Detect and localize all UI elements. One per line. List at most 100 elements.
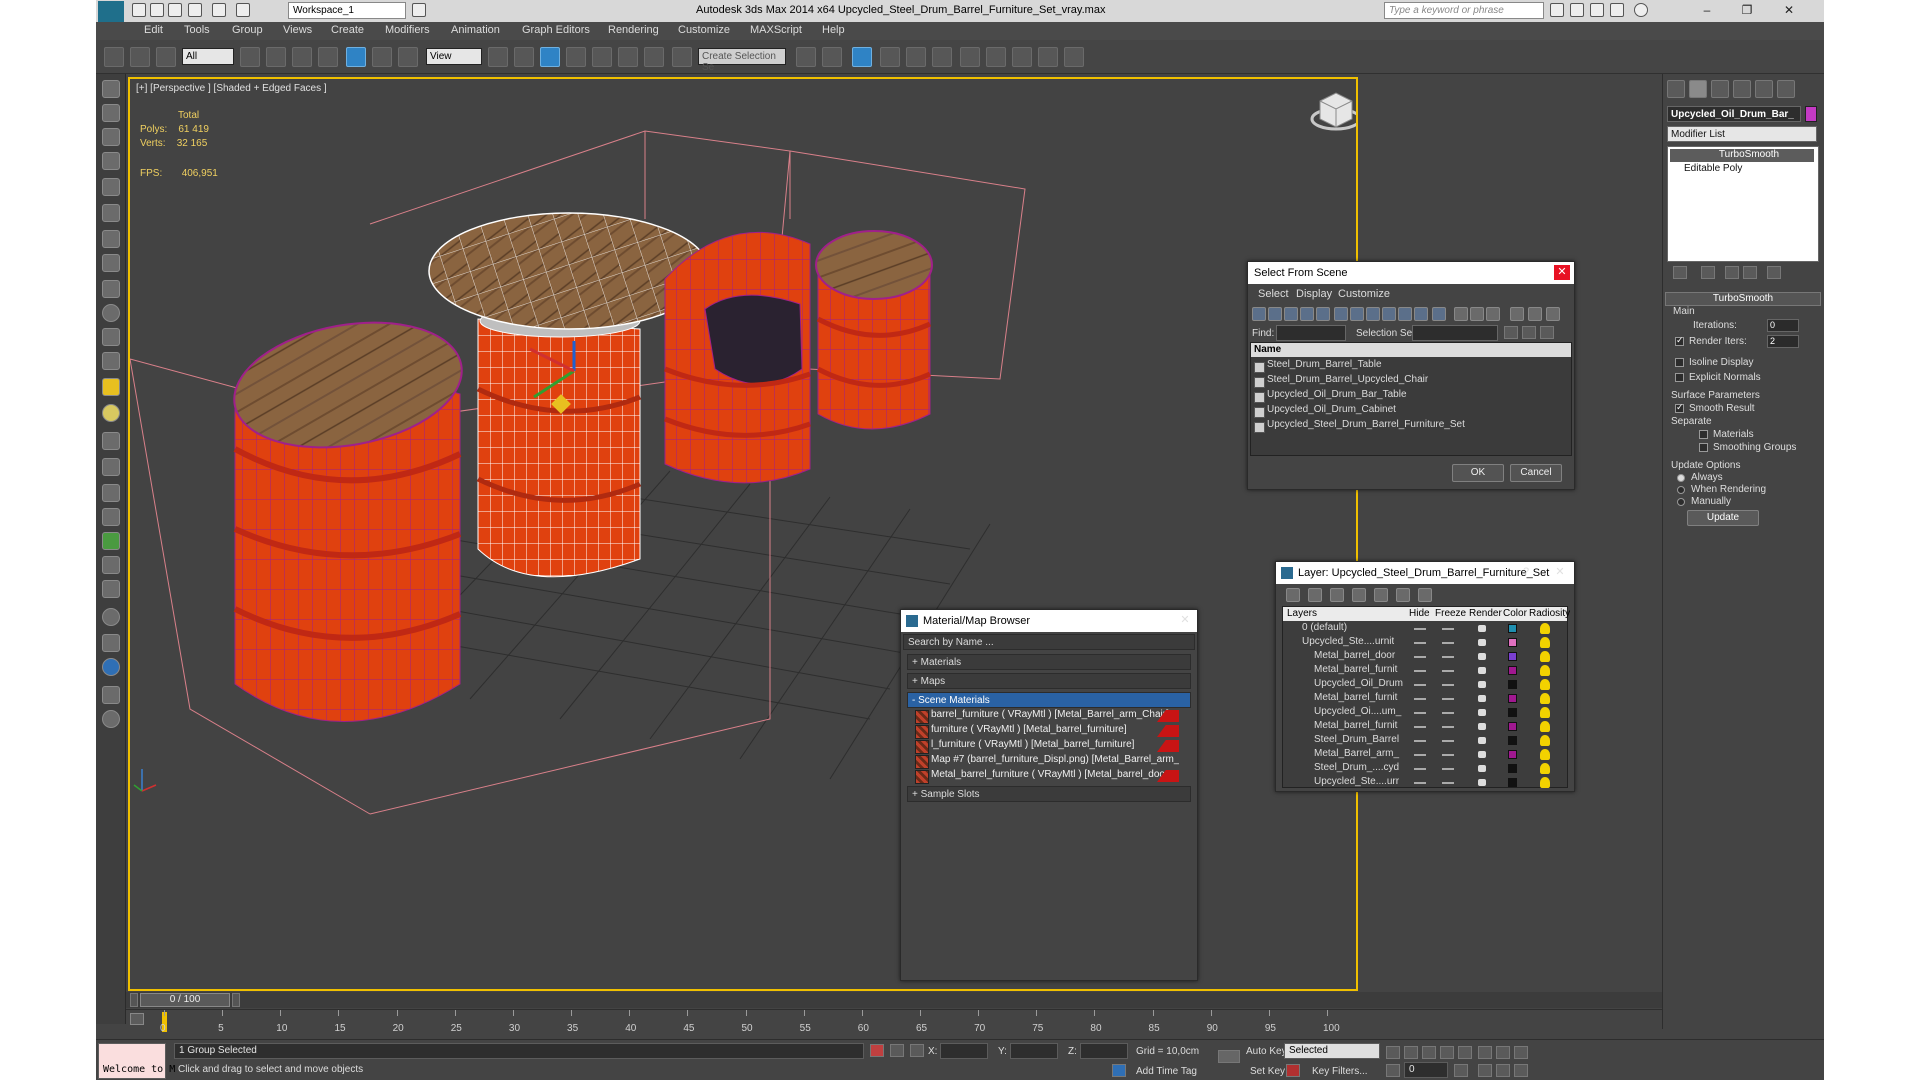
layer-row[interactable]: 0 (default) xyxy=(1286,622,1570,636)
radiosity-bulb-icon[interactable] xyxy=(1540,637,1550,648)
zoom-all-icon[interactable] xyxy=(1496,1046,1510,1059)
cancel-button[interactable]: Cancel xyxy=(1510,464,1562,482)
key-mode-icon[interactable] xyxy=(1218,1050,1240,1063)
freeze-toggle[interactable] xyxy=(1442,628,1454,630)
y-coordinate-field[interactable] xyxy=(1010,1043,1058,1059)
create-layer-icon[interactable] xyxy=(1286,588,1300,602)
menu-graph-editors[interactable]: Graph Editors xyxy=(522,24,590,36)
motion-tab-icon[interactable] xyxy=(1733,80,1751,98)
make-unique-icon[interactable] xyxy=(1725,266,1739,279)
rectangular-selection-icon[interactable] xyxy=(292,47,312,67)
go-to-end-icon[interactable] xyxy=(1458,1046,1472,1059)
render-setup-icon[interactable] xyxy=(1012,47,1032,67)
when-rendering-radio[interactable] xyxy=(1677,486,1685,494)
set-key-icon[interactable] xyxy=(1286,1064,1300,1077)
selection-lock-icon[interactable] xyxy=(890,1044,904,1057)
container-icon[interactable] xyxy=(102,686,120,704)
save-file-icon[interactable] xyxy=(168,3,182,17)
sfs-menu-customize[interactable]: Customize xyxy=(1338,288,1390,300)
subscription-icon[interactable] xyxy=(1570,3,1584,17)
selection-filter-dropdown[interactable]: All xyxy=(182,48,234,65)
col-radiosity[interactable]: Radiosity xyxy=(1529,608,1570,619)
hide-toggle[interactable] xyxy=(1414,642,1426,644)
stack-item-turbosmooth[interactable]: TurboSmooth xyxy=(1670,149,1814,162)
systems-icon[interactable] xyxy=(102,230,120,248)
freeze-toggle[interactable] xyxy=(1442,684,1454,686)
sfs-menu-select[interactable]: Select xyxy=(1258,288,1289,300)
update-button[interactable]: Update xyxy=(1687,510,1759,526)
layer-color-swatch[interactable] xyxy=(1508,666,1517,675)
unlink-icon[interactable] xyxy=(130,47,150,67)
redo-icon[interactable] xyxy=(212,3,226,17)
render-frame-window-icon[interactable] xyxy=(1038,47,1058,67)
render-toggle-icon[interactable] xyxy=(1478,639,1486,646)
display-bones-icon[interactable] xyxy=(1382,307,1396,321)
layer-row[interactable]: Metal_Barrel_arm_ xyxy=(1286,748,1570,762)
hide-toggle[interactable] xyxy=(1414,740,1426,742)
material-editor-icon[interactable] xyxy=(986,47,1006,67)
display-geometry-icon[interactable] xyxy=(1252,307,1266,321)
time-configuration-icon[interactable] xyxy=(1454,1064,1468,1077)
layer-color-swatch[interactable] xyxy=(1508,708,1517,717)
menu-help[interactable]: Help xyxy=(822,24,845,36)
smooth-result-checkbox[interactable] xyxy=(1675,402,1684,413)
project-folder-icon[interactable] xyxy=(236,3,250,17)
display-space-warps-icon[interactable] xyxy=(1334,307,1348,321)
radiosity-bulb-icon[interactable] xyxy=(1540,679,1550,690)
menu-edit[interactable]: Edit xyxy=(144,24,163,36)
display-frozen-icon[interactable] xyxy=(1414,307,1428,321)
freeze-toggle[interactable] xyxy=(1442,642,1454,644)
menu-views[interactable]: Views xyxy=(283,24,312,36)
layer-color-swatch[interactable] xyxy=(1508,680,1517,689)
name-column-header[interactable]: Name xyxy=(1251,343,1571,357)
modify-tab-icon[interactable] xyxy=(1689,80,1707,98)
link-icon[interactable] xyxy=(104,47,124,67)
layer-color-swatch[interactable] xyxy=(1508,736,1517,745)
maximize-icon[interactable]: ❐ xyxy=(1732,3,1762,17)
select-by-name-icon[interactable] xyxy=(266,47,286,67)
curve-editor-icon[interactable] xyxy=(932,47,952,67)
new-file-icon[interactable] xyxy=(132,3,146,17)
menu-group[interactable]: Group xyxy=(232,24,263,36)
render-iters-spinner[interactable]: 2 xyxy=(1767,335,1799,348)
create-cameras-icon[interactable] xyxy=(102,152,120,170)
plane-primitive-icon[interactable] xyxy=(102,280,120,298)
layer-row[interactable]: Upcycled_Ste....urnitu xyxy=(1286,636,1570,650)
mirror-icon[interactable] xyxy=(796,47,816,67)
spinner-snap-icon[interactable] xyxy=(644,47,664,67)
modifier-list-dropdown[interactable]: Modifier List xyxy=(1667,126,1817,142)
layer-row[interactable]: Metal_barrel_furnit xyxy=(1286,720,1570,734)
hide-toggle[interactable] xyxy=(1414,782,1426,784)
freeze-toggle[interactable] xyxy=(1442,768,1454,770)
close-icon[interactable]: ✕ xyxy=(1774,3,1804,17)
workspace-dropdown[interactable]: Workspace_1 xyxy=(288,2,406,19)
freeze-toggle[interactable] xyxy=(1442,726,1454,728)
layer-color-swatch[interactable] xyxy=(1508,624,1517,633)
sfs-menu-display[interactable]: Display xyxy=(1296,288,1332,300)
open-file-icon[interactable] xyxy=(150,3,164,17)
foliage-icon[interactable] xyxy=(102,532,120,550)
space-warps-icon[interactable] xyxy=(102,204,120,222)
object-name-field[interactable]: Upcycled_Oil_Drum_Bar_ xyxy=(1667,106,1801,122)
menu-rendering[interactable]: Rendering xyxy=(608,24,659,36)
select-and-move-icon[interactable] xyxy=(346,47,366,67)
hide-toggle[interactable] xyxy=(1414,726,1426,728)
schematic-view-icon[interactable] xyxy=(960,47,980,67)
layer-row[interactable]: Steel_Drum_Barrel xyxy=(1286,734,1570,748)
add-to-layer-icon[interactable] xyxy=(1330,588,1344,602)
display-all-icon[interactable] xyxy=(1454,307,1468,321)
sync-selection-icon[interactable] xyxy=(1510,307,1524,321)
key-filters-button[interactable]: Key Filters... xyxy=(1312,1066,1368,1077)
material-item[interactable]: l_furniture ( VRayMtl ) [Metal_barrel_fu… xyxy=(915,739,1179,754)
angle-snap-icon[interactable] xyxy=(592,47,612,67)
materials-section[interactable]: + Materials xyxy=(907,654,1191,670)
add-time-tag[interactable]: Add Time Tag xyxy=(1136,1066,1197,1077)
create-shapes-icon[interactable] xyxy=(102,104,120,122)
menu-tools[interactable]: Tools xyxy=(184,24,210,36)
isolate-toggle-icon[interactable] xyxy=(870,1044,884,1057)
dynamics-icon[interactable] xyxy=(102,458,120,476)
hair-icon[interactable] xyxy=(102,508,120,526)
binoculars-icon[interactable] xyxy=(1550,3,1564,17)
menu-customize[interactable]: Customize xyxy=(678,24,730,36)
display-hidden-icon[interactable] xyxy=(1432,307,1446,321)
